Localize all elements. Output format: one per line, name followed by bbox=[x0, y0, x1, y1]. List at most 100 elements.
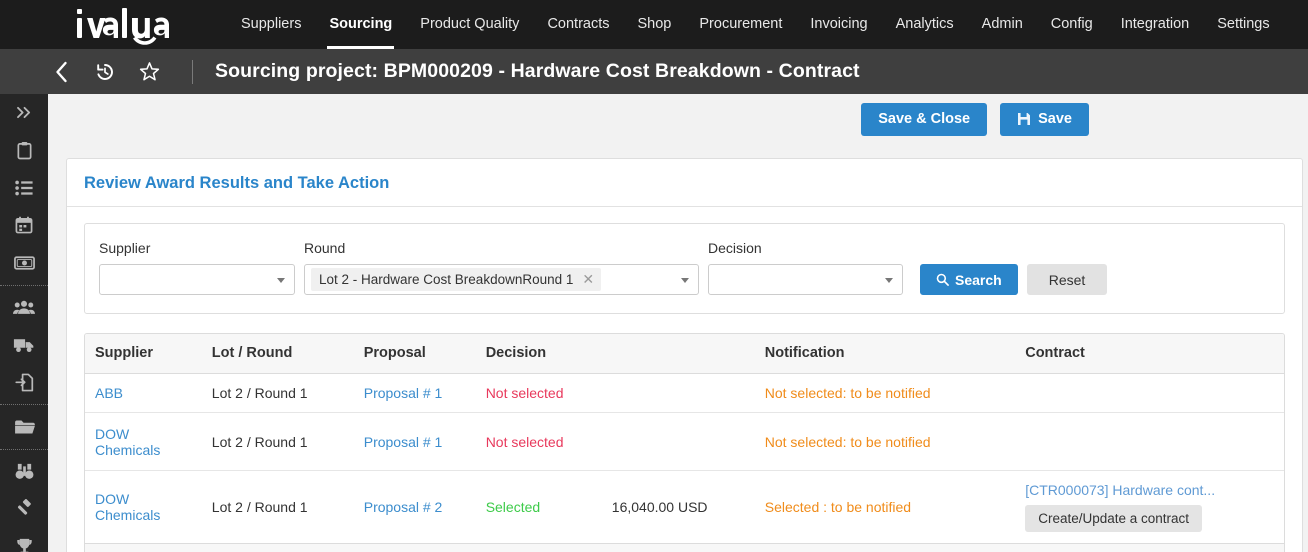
cell-notification: Not selected: to be notified bbox=[754, 412, 1016, 471]
contract-link[interactable]: [CTR000073] Hardware cont... bbox=[1025, 482, 1284, 498]
decision-label: Decision bbox=[708, 240, 762, 256]
cell-supplier: ABB bbox=[85, 373, 202, 413]
decision-select[interactable] bbox=[708, 264, 903, 295]
reset-button[interactable]: Reset bbox=[1026, 264, 1108, 295]
nav-item-contracts[interactable]: Contracts bbox=[533, 0, 623, 49]
cell-amount: 16,040.00 USD bbox=[601, 470, 755, 544]
column-header-decision[interactable]: Decision bbox=[475, 334, 602, 374]
gavel-icon[interactable] bbox=[0, 490, 48, 528]
nav-item-config[interactable]: Config bbox=[1037, 0, 1107, 49]
cell-amount bbox=[601, 373, 755, 413]
cell-amount bbox=[601, 412, 755, 471]
floppy-disk-icon bbox=[1017, 112, 1031, 126]
nav-item-analytics[interactable]: Analytics bbox=[882, 0, 968, 49]
nav-item-procurement[interactable]: Procurement bbox=[685, 0, 796, 49]
award-results-card: Review Award Results and Take Action Sup… bbox=[66, 158, 1303, 552]
cell-contract bbox=[1015, 412, 1284, 471]
cell-proposal: Proposal # 2 bbox=[353, 470, 476, 544]
cell-supplier: DOW Chemicals bbox=[85, 412, 202, 471]
cell-notification: Not selected: to be notified bbox=[754, 373, 1016, 413]
chevron-left-icon[interactable] bbox=[44, 49, 78, 94]
cell-lot-round: Lot 2 / Round 1 bbox=[201, 373, 354, 413]
table-body: ABB Lot 2 / Round 1 Proposal # 1 Not sel… bbox=[85, 373, 1284, 544]
supplier-link[interactable]: ABB bbox=[95, 385, 123, 401]
clipboard-icon[interactable] bbox=[0, 132, 48, 170]
main-content: Save & Close Save Review Award Results a… bbox=[48, 94, 1308, 552]
left-rail bbox=[0, 94, 48, 552]
chevron-down-icon bbox=[277, 277, 285, 283]
nav-items: Suppliers Sourcing Product Quality Contr… bbox=[227, 0, 1284, 49]
round-chip[interactable]: Lot 2 - Hardware Cost BreakdownRound 1 ✕ bbox=[311, 268, 602, 291]
proposal-link[interactable]: Proposal # 1 bbox=[364, 385, 443, 401]
nav-item-integration[interactable]: Integration bbox=[1107, 0, 1204, 49]
column-header-supplier[interactable]: Supplier bbox=[85, 334, 202, 374]
decision-field: Decision bbox=[708, 240, 903, 295]
divider-1 bbox=[0, 284, 48, 286]
ivalua-logo[interactable] bbox=[72, 0, 182, 49]
truck-icon[interactable] bbox=[0, 326, 48, 364]
nav-item-admin[interactable]: Admin bbox=[968, 0, 1037, 49]
round-field: Round Lot 2 - Hardware Cost BreakdownRou… bbox=[304, 240, 699, 295]
chevron-down-icon bbox=[681, 277, 689, 283]
chevron-double-right-icon[interactable] bbox=[0, 94, 48, 132]
close-icon[interactable]: ✕ bbox=[582, 271, 594, 288]
divider-2 bbox=[0, 404, 48, 405]
cell-proposal: Proposal # 1 bbox=[353, 373, 476, 413]
supplier-field: Supplier bbox=[99, 240, 295, 295]
search-icon bbox=[936, 273, 949, 286]
trophy-icon[interactable] bbox=[0, 528, 48, 552]
search-button[interactable]: Search bbox=[920, 264, 1018, 295]
column-header-proposal[interactable]: Proposal bbox=[353, 334, 476, 374]
history-icon[interactable] bbox=[88, 49, 122, 94]
table-row: ABB Lot 2 / Round 1 Proposal # 1 Not sel… bbox=[85, 373, 1284, 413]
cell-contract: [CTR000073] Hardware cont... Create/Upda… bbox=[1015, 470, 1284, 544]
nav-item-settings[interactable]: Settings bbox=[1203, 0, 1283, 49]
supplier-select[interactable] bbox=[99, 264, 295, 295]
column-header-contract[interactable]: Contract bbox=[1015, 334, 1284, 374]
proposal-link[interactable]: Proposal # 1 bbox=[364, 434, 443, 450]
cell-lot-round: Lot 2 / Round 1 bbox=[201, 470, 354, 544]
cell-contract bbox=[1015, 373, 1284, 413]
supplier-link[interactable]: DOW Chemicals bbox=[95, 426, 167, 458]
nav-item-product-quality[interactable]: Product Quality bbox=[406, 0, 533, 49]
supplier-link[interactable]: DOW Chemicals bbox=[95, 491, 167, 523]
page-title-bar: Sourcing project: BPM000209 - Hardware C… bbox=[0, 49, 1308, 94]
nav-item-invoicing[interactable]: Invoicing bbox=[796, 0, 881, 49]
column-header-lot-round[interactable]: Lot / Round bbox=[201, 334, 354, 374]
star-icon[interactable] bbox=[132, 49, 166, 94]
top-navbar: Suppliers Sourcing Product Quality Contr… bbox=[0, 0, 1308, 49]
create-update-contract-button[interactable]: Create/Update a contract bbox=[1025, 505, 1203, 532]
action-toolbar: Save & Close Save bbox=[48, 94, 1308, 144]
column-header-amount[interactable] bbox=[601, 334, 755, 374]
table-row: DOW Chemicals Lot 2 / Round 1 Proposal #… bbox=[85, 412, 1284, 471]
cash-icon[interactable] bbox=[0, 244, 48, 282]
save-button-label: Save bbox=[1038, 111, 1072, 127]
binoculars-icon[interactable] bbox=[0, 453, 48, 491]
cell-proposal: Proposal # 1 bbox=[353, 412, 476, 471]
cell-decision: Not selected bbox=[475, 412, 602, 471]
column-header-notification[interactable]: Notification bbox=[754, 334, 1016, 374]
chevron-down-icon bbox=[885, 277, 893, 283]
save-and-close-button[interactable]: Save & Close bbox=[861, 102, 988, 136]
round-select[interactable]: Lot 2 - Hardware Cost BreakdownRound 1 ✕ bbox=[304, 264, 699, 295]
cell-lot-round: Lot 2 / Round 1 bbox=[201, 412, 354, 471]
nav-item-sourcing[interactable]: Sourcing bbox=[315, 0, 406, 49]
file-import-icon[interactable] bbox=[0, 364, 48, 402]
cell-supplier: DOW Chemicals bbox=[85, 470, 202, 544]
cell-decision: Not selected bbox=[475, 373, 602, 413]
list-icon[interactable] bbox=[0, 169, 48, 207]
supplier-label: Supplier bbox=[99, 240, 151, 256]
nav-item-suppliers[interactable]: Suppliers bbox=[227, 0, 315, 49]
filter-panel: Supplier Round Lot 2 - Hardware Cost Bre… bbox=[84, 223, 1285, 314]
users-icon[interactable] bbox=[0, 289, 48, 327]
table-footer: 3 Result(s) bbox=[85, 544, 1284, 552]
card-title: Review Award Results and Take Action bbox=[67, 159, 1302, 207]
nav-item-shop[interactable]: Shop bbox=[624, 0, 686, 49]
save-button[interactable]: Save bbox=[1000, 102, 1089, 136]
calendar-icon[interactable] bbox=[0, 207, 48, 245]
title-separator bbox=[192, 59, 193, 84]
proposal-link[interactable]: Proposal # 2 bbox=[364, 499, 443, 515]
table-header-row: Supplier Lot / Round Proposal Decision N… bbox=[85, 334, 1284, 374]
folder-icon[interactable] bbox=[0, 408, 48, 446]
app-root: Suppliers Sourcing Product Quality Contr… bbox=[0, 0, 1308, 552]
